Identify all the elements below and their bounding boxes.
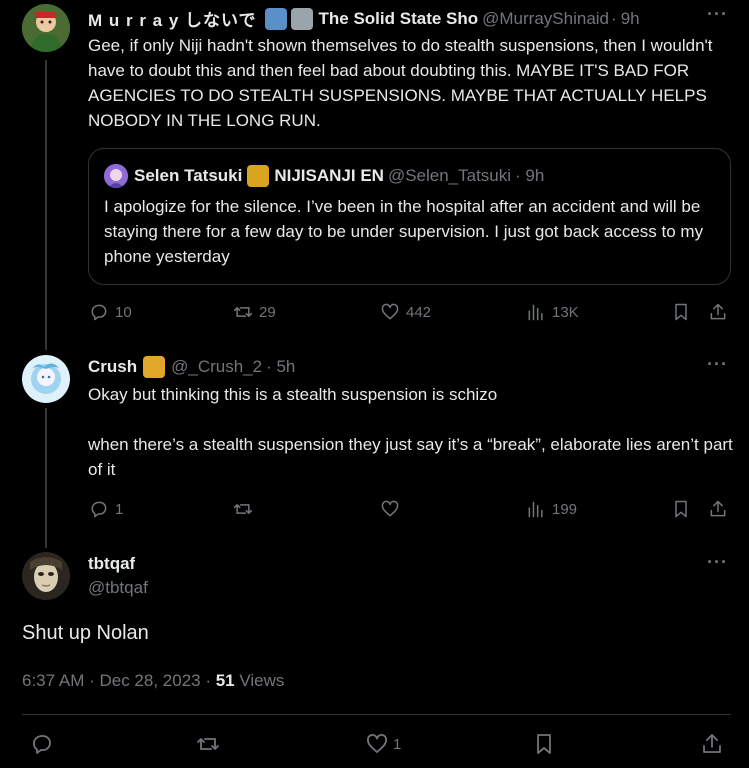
heart-icon [381, 500, 399, 517]
crown-emoji-icon [143, 356, 166, 378]
avatar[interactable] [22, 4, 70, 52]
bookmark-button[interactable] [671, 499, 691, 519]
bookmark-button[interactable] [671, 302, 691, 322]
timestamp[interactable]: · 5h [266, 357, 295, 377]
dot-separator: · [611, 8, 617, 28]
reply-icon [91, 501, 107, 518]
handle[interactable]: @_Crush_2 [171, 357, 262, 377]
bookmark-icon [537, 734, 551, 754]
avatar[interactable] [22, 355, 70, 403]
repost-button[interactable] [196, 732, 220, 756]
share-icon [710, 500, 726, 517]
main-name: tbtqaf [88, 554, 135, 574]
display-name-suffix[interactable]: The Solid State Sho [319, 9, 479, 29]
views-count: 199 [552, 500, 578, 518]
display-name[interactable]: Crush [88, 357, 137, 377]
heart-icon [381, 303, 399, 320]
share-button[interactable] [708, 302, 728, 322]
quote-avatar [104, 164, 128, 188]
like-count: 442 [406, 303, 432, 321]
more-options-icon[interactable]: ··· [707, 4, 728, 25]
views-count: 13K [552, 303, 579, 321]
repost-icon [233, 504, 253, 514]
share-icon [710, 303, 726, 320]
quote-display-name: Selen Tatsuki [134, 166, 243, 185]
divider [22, 714, 731, 715]
tweet-metadata: 6:37 AM · Dec 28, 2023 · 51 Views [22, 671, 284, 691]
reply-count: 1 [115, 500, 124, 518]
tweet-timestamp[interactable]: 6:37 AM · Dec 28, 2023 · [22, 671, 216, 690]
share-button[interactable] [708, 499, 728, 519]
like-button[interactable]: 442 [380, 302, 431, 322]
views-count: 51 [215, 671, 235, 690]
repost-icon [233, 307, 253, 317]
timestamp[interactable]: 9h [621, 9, 640, 29]
views-button[interactable]: 199 [526, 499, 577, 519]
display-name[interactable]: tbtqaf [88, 554, 135, 574]
quote-timestamp: · 9h [515, 166, 545, 185]
repost-button[interactable] [233, 499, 253, 519]
repost-button[interactable]: 29 [233, 302, 276, 322]
reply2-header: Crush @_Crush_2 · 5h [88, 356, 588, 378]
thread-line-1 [45, 60, 47, 350]
bookmark-icon [675, 303, 687, 321]
trophy-emoji-icon [247, 165, 270, 187]
bookmark-icon [675, 500, 687, 518]
like-button[interactable] [380, 499, 400, 519]
share-button[interactable] [700, 732, 724, 756]
handle[interactable]: @tbtqaf [88, 578, 148, 598]
wrench-emoji-icon [290, 7, 313, 30]
reply-button[interactable]: 1 [89, 499, 123, 519]
bookmark-button[interactable] [532, 732, 556, 756]
reply-count: 10 [115, 303, 132, 321]
quote-tweet[interactable]: Selen Tatsuki NIJISANJI EN @Selen_Tatsuk… [88, 148, 731, 285]
more-options-icon[interactable]: ··· [707, 552, 728, 573]
tweet-text-line1: Okay but thinking this is a stealth susp… [88, 385, 498, 404]
reply-button[interactable]: 10 [89, 302, 132, 322]
like-button[interactable]: 1 [365, 732, 401, 756]
repost-icon [197, 738, 219, 750]
main-handle: @tbtqaf [88, 578, 148, 598]
quote-handle: @Selen_Tatsuki [387, 166, 512, 185]
reply1-header: M u r r a y しないで The Solid State Sho @Mu… [88, 6, 698, 31]
handle[interactable]: @MurrayShinaid [482, 9, 609, 29]
reply-icon [33, 735, 51, 754]
tweet-text-line2: when there’s a stealth suspension they j… [88, 435, 733, 479]
more-options-icon[interactable]: ··· [707, 354, 728, 375]
views-label: Views [234, 671, 285, 690]
heart-icon [367, 734, 387, 753]
quote-header: Selen Tatsuki NIJISANJI EN @Selen_Tatsuk… [134, 165, 714, 187]
thread-line-2 [45, 408, 47, 548]
avatar[interactable] [22, 552, 70, 600]
tweet-text: Gee, if only Niji hadn't shown themselve… [88, 36, 713, 130]
reply-icon [91, 304, 107, 321]
main-tweet-text: Shut up Nolan [22, 622, 149, 644]
robot-emoji-icon [264, 7, 287, 30]
analytics-icon [528, 501, 543, 518]
quote-display-name-suffix: NIJISANJI EN [274, 166, 384, 185]
quote-text: I apologize for the silence. I’ve been i… [104, 197, 704, 266]
analytics-icon [528, 304, 543, 321]
views-button[interactable]: 13K [526, 302, 579, 322]
display-name[interactable]: M u r r a y しないで [88, 6, 257, 31]
reply-button[interactable] [30, 732, 54, 756]
repost-count: 29 [259, 303, 276, 321]
like-count: 1 [393, 735, 402, 753]
share-icon [703, 734, 721, 753]
